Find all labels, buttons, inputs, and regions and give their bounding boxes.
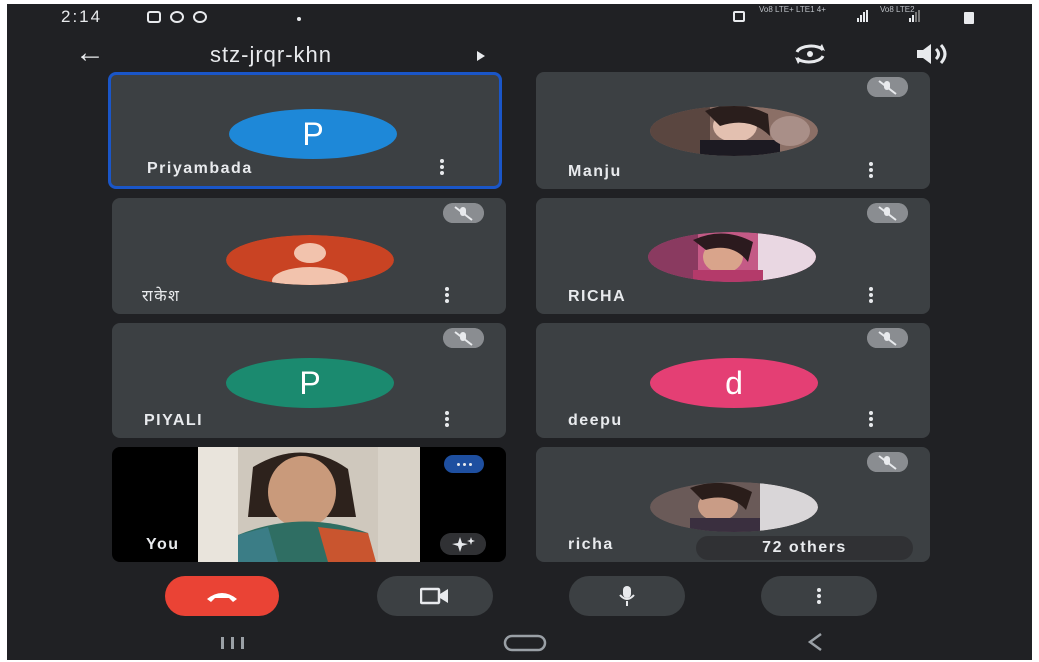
mic-muted-icon	[443, 328, 484, 348]
signal-2-icon	[909, 10, 920, 22]
more-options-icon	[817, 588, 821, 604]
participant-tile-richa[interactable]: RICHA	[536, 198, 930, 314]
mic-muted-icon	[867, 328, 908, 348]
carrier-1-label: Vo8 LTE+ LTE1 4+	[759, 5, 826, 14]
participant-menu-icon[interactable]	[869, 287, 873, 303]
home-icon[interactable]	[503, 634, 547, 652]
participant-name: Priyambada	[147, 160, 253, 177]
participant-name: Manju	[568, 163, 622, 180]
effects-sparkle-icon[interactable]	[440, 533, 486, 555]
meet-call-screen: 2:14 Vo8 LTE+ LTE1 4+ Vo8 LTE2 ← stz-jrq…	[7, 4, 1032, 660]
microphone-toggle-button[interactable]	[569, 576, 685, 616]
participant-name: राकेश	[142, 288, 181, 305]
notification-dot-icon	[297, 17, 301, 21]
self-more-icon[interactable]	[444, 455, 484, 473]
default-avatar-icon	[226, 235, 394, 285]
participant-tile-manju[interactable]: Manju	[536, 72, 930, 189]
participant-name: deepu	[568, 412, 623, 429]
end-call-icon	[207, 593, 237, 602]
participant-tile-others[interactable]: richa 72 others	[536, 447, 930, 562]
camera-icon	[733, 11, 745, 22]
participant-name: RICHA	[568, 288, 627, 305]
microphone-icon	[619, 586, 635, 606]
avatar-letter: P	[302, 116, 324, 152]
video-camera-icon	[420, 587, 448, 605]
participant-menu-icon[interactable]	[445, 411, 449, 427]
more-options-button[interactable]	[761, 576, 877, 616]
mic-muted-icon	[443, 203, 484, 223]
whatsapp-icon	[170, 11, 184, 23]
participant-menu-icon[interactable]	[869, 411, 873, 427]
participant-name: You	[146, 536, 180, 553]
b-icon	[193, 11, 207, 23]
signal-icon	[857, 10, 868, 22]
back-arrow-icon[interactable]: ←	[75, 38, 105, 68]
call-header: ← stz-jrqr-khn	[7, 34, 1032, 74]
participant-name: richa	[568, 536, 614, 553]
mic-muted-icon	[867, 203, 908, 223]
mic-muted-icon	[867, 452, 908, 472]
participant-tile-piyali[interactable]: P PIYALI	[112, 323, 506, 438]
mic-muted-icon	[867, 77, 908, 97]
avatar: P	[229, 109, 397, 159]
participant-photo	[650, 482, 818, 532]
participant-tile-deepu[interactable]: d deepu	[536, 323, 930, 438]
participant-tile-self[interactable]: You	[112, 447, 506, 562]
participant-name: PIYALI	[144, 412, 204, 429]
avatar: d	[650, 358, 818, 408]
recent-apps-icon[interactable]	[219, 636, 247, 650]
avatar-letter: d	[725, 365, 743, 401]
battery-icon	[964, 12, 974, 24]
participant-photo	[650, 106, 818, 156]
switch-camera-icon[interactable]	[791, 42, 829, 66]
end-call-button[interactable]	[165, 576, 279, 616]
participant-menu-icon[interactable]	[869, 162, 873, 178]
avatar-letter: P	[299, 365, 321, 401]
participant-menu-icon[interactable]	[440, 159, 444, 175]
status-time: 2:14	[61, 7, 103, 26]
gallery-icon	[147, 11, 161, 23]
participant-menu-icon[interactable]	[445, 287, 449, 303]
participant-photo	[648, 232, 816, 282]
others-count-badge[interactable]: 72 others	[696, 536, 913, 560]
speaker-icon[interactable]	[913, 42, 953, 66]
avatar: P	[226, 358, 394, 408]
android-nav-bar	[7, 622, 1032, 660]
participant-tile-priyambada[interactable]: P Priyambada	[108, 72, 502, 189]
participant-tile-rakesh[interactable]: राकेश	[112, 198, 506, 314]
status-bar: 2:14 Vo8 LTE+ LTE1 4+ Vo8 LTE2	[7, 4, 1032, 32]
back-icon[interactable]	[807, 632, 823, 652]
camera-toggle-button[interactable]	[377, 576, 493, 616]
self-video-preview	[198, 447, 420, 562]
meeting-code[interactable]: stz-jrqr-khn	[210, 42, 332, 68]
caret-right-icon[interactable]	[477, 51, 485, 61]
